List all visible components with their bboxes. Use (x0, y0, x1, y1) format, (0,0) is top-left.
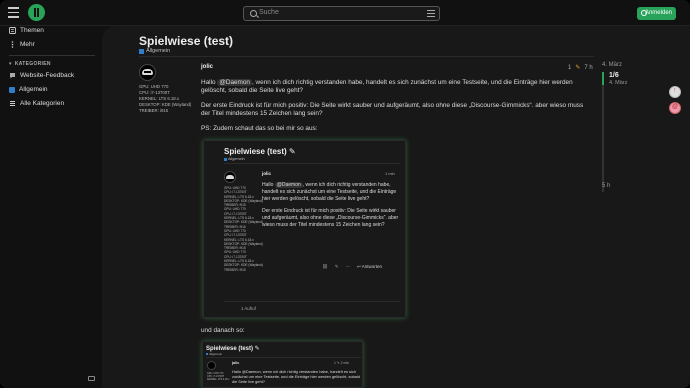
category-square-icon (9, 86, 15, 93)
screenshot-meta: 1 ✎ 2 min (334, 361, 349, 365)
sidebar-categories-toggle[interactable]: ▾ KATEGORIEN (9, 61, 51, 67)
screenshot-category: Allgemein (224, 157, 245, 161)
sidebar-item-alle-kategorien[interactable]: Alle Kategorien (9, 100, 64, 107)
embedded-screenshot-1[interactable]: Spielwiese (test) ✎ Allgemein GPU: UHD 7… (203, 140, 406, 318)
mention-notification-icon[interactable] (669, 102, 681, 114)
search-icon (250, 10, 257, 17)
site-logo[interactable] (28, 4, 45, 21)
spec-line: DESKTOP: KDE (Wayland) (224, 263, 263, 268)
avatar[interactable] (139, 64, 156, 81)
category-label: Allgemein (228, 157, 245, 161)
timeline-end-label[interactable]: 5 h (602, 183, 610, 189)
post-body: Hallo @Daemon, wenn ich dich richtig ver… (201, 79, 593, 139)
chat-bubble-icon (9, 72, 16, 79)
list-icon (9, 100, 16, 107)
timeline-track[interactable] (602, 72, 604, 192)
sidebar-item-label: Themen (20, 27, 44, 34)
sidebar-item-label: Website-Feedback (20, 72, 75, 79)
more-vertical-icon (9, 41, 16, 48)
user-icon (641, 10, 647, 16)
screenshot-username: jolic (232, 361, 240, 365)
topic-title[interactable]: Spielwiese (test) (139, 34, 233, 48)
sidebar-divider (9, 55, 95, 56)
sidebar-item-mehr[interactable]: Mehr (9, 41, 35, 48)
browser-frame: Suche Anmelden Themen Mehr ▾ KATEGORIEN (0, 0, 690, 388)
more-icon: ⋯ (345, 264, 351, 269)
screenshot-time: 1 min (385, 171, 395, 176)
divider (139, 56, 594, 57)
topic-timeline[interactable]: 4. März 1/6 4. März 5 h (602, 62, 662, 192)
category-square-icon (224, 157, 227, 161)
screenshot-actions: ⛓ ✎ ⋯ ↩ Antworten (322, 264, 382, 270)
user-specs: GPU: UHD 770 CPU: i7-13700T KERNEL: LTS … (139, 84, 191, 114)
screenshot-reply: ↩ Antworten (357, 264, 383, 269)
divider (224, 301, 400, 302)
screenshot-footer: 1 Aufruf (241, 306, 256, 311)
spec-line: TREIBER: i915 (139, 108, 169, 113)
timeline-current-date: 4. März (609, 80, 628, 86)
mention: @Daemon (274, 182, 303, 188)
sidebar: Themen Mehr ▾ KATEGORIEN Website-Feedbac… (0, 26, 100, 388)
post-meta: 1 ✎ 7 h (568, 64, 593, 72)
category-square-icon (206, 353, 208, 355)
spec-line: KERNEL: LTS 6.18.x (207, 378, 230, 382)
screenshot-username: jolic (262, 171, 272, 176)
post-paragraph: Hallo @Daemon, wenn ich dich richtig ver… (201, 79, 593, 96)
hamburger-menu-icon[interactable] (8, 7, 19, 18)
topic-category-badge[interactable]: Allgemein (139, 48, 170, 54)
scroll-up-icon[interactable] (669, 86, 681, 98)
search-placeholder: Suche (259, 9, 279, 16)
screenshot-body: Hallo @Daemon, wenn ich dich richtig ver… (262, 182, 402, 234)
timeline-start-date[interactable]: 4. März (602, 62, 622, 68)
post-paragraph: Der erste Eindruck ist für mich positiv:… (201, 101, 584, 118)
avatar (224, 171, 236, 183)
mention-link[interactable]: @Daemon (217, 79, 252, 86)
sidebar-item-label: Mehr (20, 41, 35, 48)
sidebar-item-label: Alle Kategorien (20, 100, 65, 107)
category-label: Allgemein (146, 48, 171, 54)
category-square-icon (139, 48, 144, 54)
filter-icon[interactable] (427, 10, 435, 18)
divider (224, 163, 400, 164)
categories-heading: KATEGORIEN (14, 61, 51, 67)
pencil-icon[interactable]: ✎ (575, 64, 580, 71)
divider (206, 357, 361, 358)
sidebar-item-themen[interactable]: Themen (9, 27, 44, 34)
category-label: Allgemein (209, 352, 223, 356)
topics-icon (9, 27, 16, 34)
post-paragraph: PS: Zudem schaut das so bei mir so aus: (201, 124, 318, 132)
embedded-screenshot-2[interactable]: Spielwiese (test) ✎ Allgemein GPU: UHD 7… (202, 341, 363, 388)
screenshot-title: Spielwiese (test) ✎ (224, 147, 296, 156)
text: , wenn ich dich richtig verstanden habe,… (201, 79, 573, 95)
text: Hallo (201, 79, 218, 86)
post-username[interactable]: jolic (201, 64, 213, 70)
sidebar-item-allgemein[interactable]: Allgemein (9, 86, 48, 93)
link-icon: ⛓ (322, 264, 328, 269)
timeline-handle[interactable] (602, 72, 604, 85)
post-time[interactable]: 7 h (584, 65, 592, 71)
text: Hallo (262, 182, 275, 188)
timeline-count: 1/6 (609, 72, 619, 79)
edit-count[interactable]: 1 (568, 65, 571, 71)
post-paragraph: und danach so: (201, 327, 245, 334)
search-input[interactable]: Suche (243, 6, 440, 21)
chevron-down-icon: ▾ (9, 61, 12, 67)
sidebar-item-website-feedback[interactable]: Website-Feedback (9, 72, 74, 79)
spec-line: TREIBER: i915 (224, 267, 246, 272)
screenshot-specs: GPU: UHD 770 CPU: i7-13700T KERNEL: LTS … (224, 186, 263, 272)
avatar (207, 361, 216, 370)
screenshot-body: Hallo @Daemon, wenn ich dich richtig ver… (232, 369, 360, 385)
sidebar-item-label: Allgemein (19, 86, 48, 93)
site-header: Suche Anmelden (0, 0, 690, 26)
collapse-sidebar-icon[interactable] (88, 376, 95, 381)
login-label: Anmelden (644, 10, 672, 16)
screenshot-title: Spielwiese (test) ✎ (206, 346, 260, 352)
login-button[interactable]: Anmelden (637, 7, 676, 20)
screenshot-specs: GPU: UHD 770 CPU: i7-13700T KERNEL: LTS … (207, 372, 229, 382)
screenshot-category: Allgemein (206, 352, 222, 356)
screenshot-paragraph: Hallo @Daemon, wenn ich dich richtig ver… (262, 182, 402, 203)
screenshot-paragraph: Der erste Eindruck ist für mich positiv:… (262, 208, 399, 228)
pencil-icon: ✎ (334, 264, 339, 269)
